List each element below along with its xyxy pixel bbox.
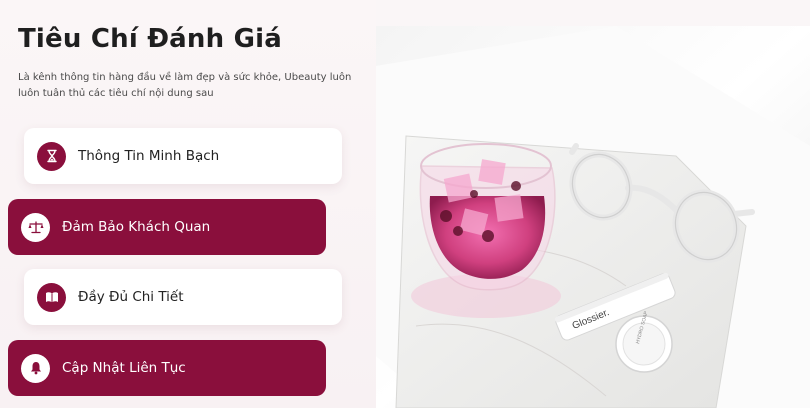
criteria-item-transparent-info[interactable]: Thông Tin Minh Bạch — [24, 128, 342, 184]
criteria-item-detailed[interactable]: Đầy Đủ Chi Tiết — [24, 269, 342, 325]
criteria-item-objective[interactable]: Đảm Bảo Khách Quan — [8, 199, 326, 255]
criteria-label: Đầy Đủ Chi Tiết — [78, 289, 184, 305]
page-description: Là kênh thông tin hàng đầu về làm đẹp và… — [18, 72, 352, 99]
hero-photo: Glossier. HYDRO SOAP — [376, 26, 810, 408]
beauty-products-photo: Glossier. HYDRO SOAP — [376, 26, 810, 408]
page: Tiêu Chí Đánh Giá Là kênh thông tin hàng… — [0, 0, 810, 408]
page-title: Tiêu Chí Đánh Giá — [18, 24, 282, 54]
criteria-item-updated[interactable]: Cập Nhật Liên Tục — [8, 340, 326, 396]
criteria-label: Cập Nhật Liên Tục — [62, 360, 186, 376]
book-icon — [37, 282, 66, 312]
criteria-label: Đảm Bảo Khách Quan — [62, 219, 211, 235]
hourglass-icon — [37, 141, 66, 171]
scale-icon — [21, 212, 50, 242]
bell-icon — [21, 353, 50, 383]
criteria-label: Thông Tin Minh Bạch — [78, 148, 220, 164]
criteria-panel: Tiêu Chí Đánh Giá Là kênh thông tin hàng… — [0, 0, 376, 408]
